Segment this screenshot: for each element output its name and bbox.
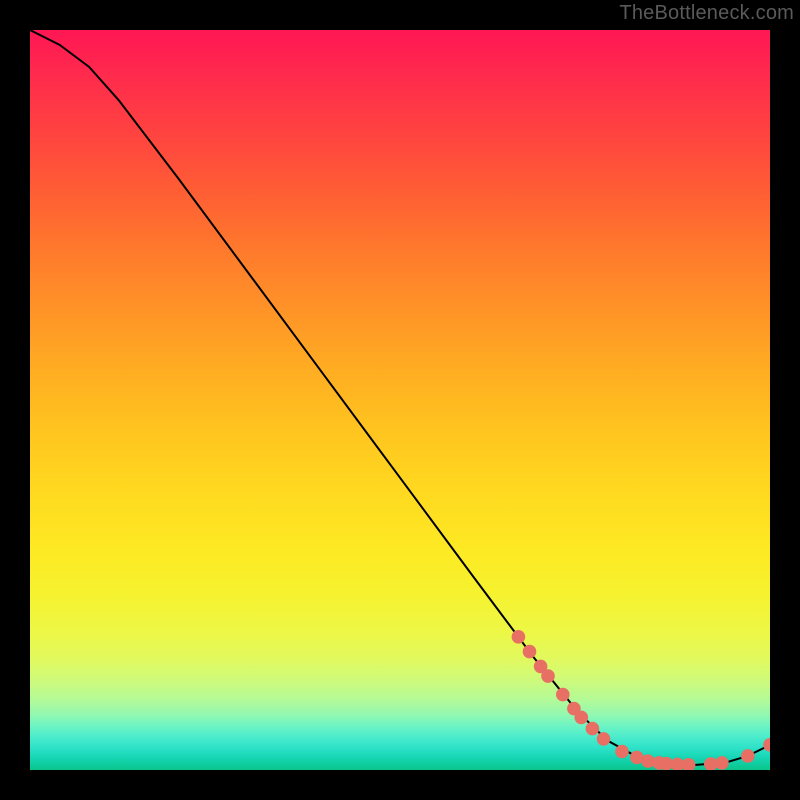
data-marker bbox=[512, 630, 526, 644]
data-marker bbox=[575, 711, 589, 725]
data-marker bbox=[541, 669, 555, 683]
data-marker bbox=[763, 738, 770, 752]
bottleneck-curve bbox=[30, 30, 770, 765]
data-marker bbox=[741, 749, 755, 763]
plot-area bbox=[30, 30, 770, 770]
data-markers-group bbox=[512, 630, 770, 770]
data-marker bbox=[597, 732, 611, 746]
chart-svg bbox=[30, 30, 770, 770]
data-marker bbox=[682, 758, 696, 770]
data-marker bbox=[523, 645, 537, 659]
data-marker bbox=[615, 745, 629, 759]
watermark-text: TheBottleneck.com bbox=[619, 2, 794, 25]
data-marker bbox=[586, 722, 600, 736]
data-marker bbox=[556, 688, 570, 702]
data-marker bbox=[715, 756, 729, 770]
chart-container: TheBottleneck.com bbox=[0, 0, 800, 800]
